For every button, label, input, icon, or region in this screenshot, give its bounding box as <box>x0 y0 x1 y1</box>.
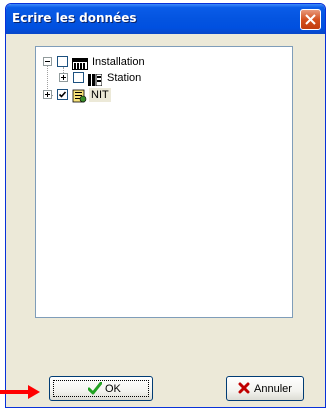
tree-item-label: NIT <box>89 88 111 102</box>
close-x-icon <box>305 14 316 25</box>
tree-item-label: Station <box>107 72 142 84</box>
tree-item-installation[interactable]: Installation <box>42 55 162 70</box>
installation-checkbox[interactable] <box>57 56 68 67</box>
nit-document-icon <box>71 88 87 107</box>
checkmark-icon <box>58 91 67 98</box>
nit-checkbox[interactable] <box>57 89 68 100</box>
close-button[interactable] <box>300 9 321 30</box>
tree-item-label: Installation <box>92 56 145 68</box>
station-checkbox[interactable] <box>73 72 84 83</box>
tree-item-station[interactable]: Station <box>58 71 178 87</box>
window-title: Ecrire les données <box>12 11 137 25</box>
expand-toggle-icon[interactable] <box>59 73 68 82</box>
ok-button[interactable]: OK <box>49 376 153 401</box>
red-arrow-right-icon <box>0 384 40 403</box>
cancel-button[interactable]: Annuler <box>226 376 304 401</box>
expand-toggle-icon[interactable] <box>43 90 52 99</box>
tree-view[interactable]: Installation Station NIT <box>35 46 293 318</box>
collapse-toggle-icon[interactable] <box>43 57 52 66</box>
ok-button-label: OK <box>105 383 121 395</box>
cancel-button-label: Annuler <box>254 383 292 395</box>
title-bar[interactable]: Ecrire les données <box>6 4 325 34</box>
red-x-icon <box>238 382 250 397</box>
tree-item-nit[interactable]: NIT <box>42 88 162 103</box>
checkmark-icon <box>87 381 103 398</box>
